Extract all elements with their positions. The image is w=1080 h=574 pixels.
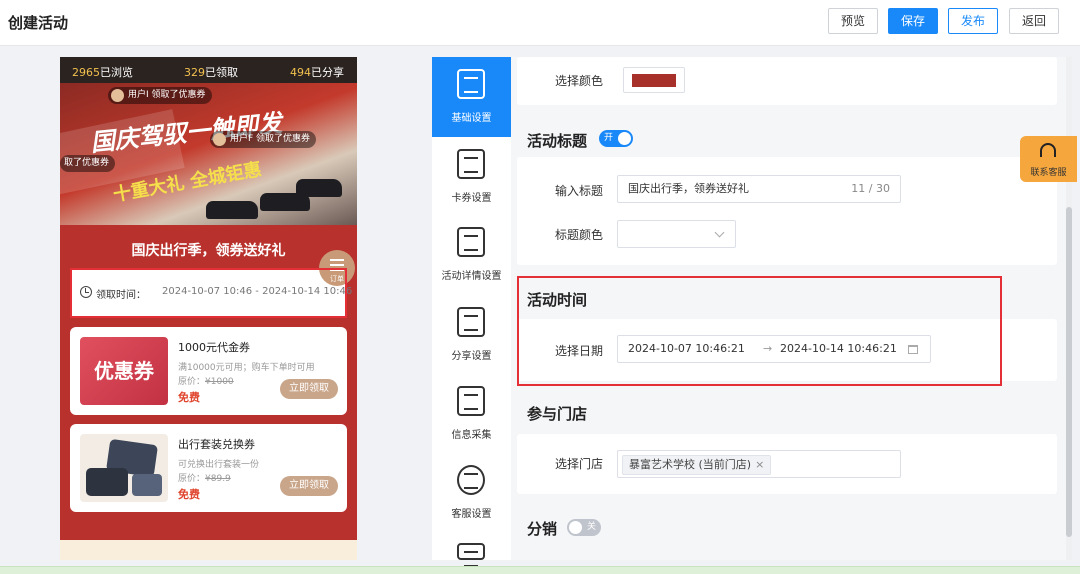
section-title-stores: 参与门店 xyxy=(527,405,588,423)
coupon-thumbnail xyxy=(80,434,168,502)
nav-more[interactable] xyxy=(432,533,511,567)
title-color-select[interactable] xyxy=(617,220,736,248)
distribution-switch[interactable]: 关 xyxy=(567,519,601,536)
coupon-name: 1000元代金券 xyxy=(178,341,250,354)
stats-bar: 2965已浏览 329已领取 494已分享 xyxy=(60,57,357,83)
coupon-card: 优惠券 1000元代金券 满10000元可用；购车下单时可用 原价：¥1000 … xyxy=(70,327,347,415)
nav-share-settings[interactable]: 分享设置 xyxy=(432,295,511,375)
store-label: 选择门店 xyxy=(555,457,604,471)
store-tag: 暴富艺术学校 (当前门店) × xyxy=(622,455,772,475)
highlight-box xyxy=(70,268,347,318)
views-stat: 2965已浏览 xyxy=(72,66,133,79)
color-label: 选择颜色 xyxy=(555,74,604,88)
scrollbar[interactable] xyxy=(1066,57,1072,560)
title-counter: 11 / 30 xyxy=(851,182,890,195)
coupon-card: 出行套装兑换券 可兑换出行套装一份 原价：¥89.9 免费 立即领取 xyxy=(70,424,347,512)
car-icon xyxy=(296,179,342,197)
claimed-stat: 329已领取 xyxy=(184,66,238,79)
car-icon xyxy=(206,201,258,219)
coupon-original-price: 原价：¥1000 xyxy=(178,377,234,387)
page-title: 创建活动 xyxy=(8,14,69,32)
highlight-box xyxy=(517,276,1002,386)
claim-notice: 取了优惠券 xyxy=(60,155,116,172)
title-input-label: 输入标题 xyxy=(555,184,604,198)
nav-support-settings[interactable]: 客服设置 xyxy=(432,453,511,533)
nav-basic-settings[interactable]: 基础设置 xyxy=(432,57,511,137)
chevron-down-icon xyxy=(714,227,725,238)
top-bar: 创建活动 预览 保存 发布 返回 xyxy=(0,0,1080,46)
phone-footer xyxy=(60,540,357,560)
nav-detail-settings[interactable]: 活动详情设置 xyxy=(432,215,511,295)
claim-button[interactable]: 立即领取 xyxy=(280,379,338,399)
store-card: 选择门店 暴富艺术学校 (当前门店) × xyxy=(517,434,1057,494)
title-input[interactable]: 国庆出行季，领券送好礼 11 / 30 xyxy=(617,175,901,203)
store-select[interactable]: 暴富艺术学校 (当前门店) × xyxy=(617,450,901,478)
badge-icon xyxy=(457,543,485,567)
claim-notice: 用户I 领取了优惠券 xyxy=(108,87,212,104)
scrollbar-thumb[interactable] xyxy=(1066,207,1072,537)
detail-icon xyxy=(457,227,485,257)
section-title-distribution: 分销 xyxy=(527,520,558,538)
coupon-desc: 可兑换出行套装一份 xyxy=(178,460,260,470)
publish-button[interactable]: 发布 xyxy=(948,8,998,34)
coupon-name: 出行套装兑换券 xyxy=(178,438,255,451)
shared-stat: 494已分享 xyxy=(290,66,344,79)
headset-icon xyxy=(457,465,485,495)
color-swatch xyxy=(632,74,676,87)
close-icon[interactable]: × xyxy=(755,458,764,471)
coupon-price: 免费 xyxy=(178,391,200,404)
title-color-label: 标题颜色 xyxy=(555,228,604,242)
avatar xyxy=(111,89,124,102)
title-switch[interactable]: 开 xyxy=(599,130,633,147)
form-user-icon xyxy=(457,386,485,416)
preview-button[interactable]: 预览 xyxy=(828,8,878,34)
avatar xyxy=(213,133,226,146)
back-button[interactable]: 返回 xyxy=(1009,8,1059,34)
coupon-price: 免费 xyxy=(178,488,200,501)
banner-image: 国庆驾驭一触即发 十重大礼 全城钜惠 用户I 领取了优惠券 用户F 领取了优惠券… xyxy=(60,83,357,225)
coupon-desc: 满10000元可用；购车下单时可用 xyxy=(178,363,315,373)
nav-coupon-settings[interactable]: 卡券设置 xyxy=(432,137,511,217)
contact-support-button[interactable]: 联系客服 xyxy=(1020,136,1077,182)
section-title-event-title: 活动标题 xyxy=(527,132,588,150)
title-card: 输入标题 国庆出行季，领券送好礼 11 / 30 标题颜色 xyxy=(517,157,1057,265)
share-icon xyxy=(457,307,485,337)
nav-info-collection[interactable]: 信息采集 xyxy=(432,374,511,454)
ticket-icon xyxy=(457,149,485,179)
color-picker[interactable] xyxy=(623,67,685,93)
claim-button[interactable]: 立即领取 xyxy=(280,476,338,496)
settings-nav: 基础设置 卡券设置 活动详情设置 分享设置 信息采集 客服设置 xyxy=(432,57,511,567)
document-icon xyxy=(457,69,485,99)
claim-notice: 用户F 领取了优惠券 xyxy=(210,131,317,148)
coupon-thumbnail: 优惠券 xyxy=(80,337,168,405)
event-title: 国庆出行季，领券送好礼 xyxy=(131,243,286,259)
headset-icon xyxy=(1040,143,1056,157)
bottom-strip xyxy=(0,566,1080,574)
save-button[interactable]: 保存 xyxy=(888,8,938,34)
color-card: 选择颜色 xyxy=(517,57,1057,105)
coupon-original-price: 原价：¥89.9 xyxy=(178,474,231,484)
